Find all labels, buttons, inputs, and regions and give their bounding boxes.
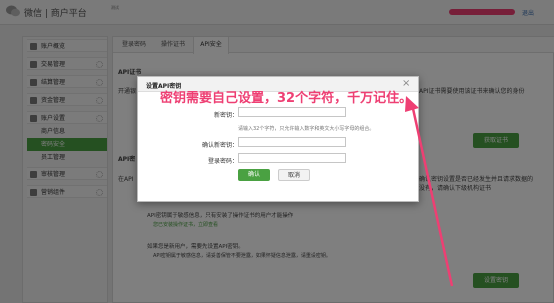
annotation-text: 密钥需要自己设置，32个字符，千万记住。	[160, 91, 413, 106]
cancel-button[interactable]: 取消	[278, 169, 310, 181]
new-key-hint: 请输入32个字符，只允许输入数字和英文大小写字母的组合。	[238, 126, 375, 132]
confirm-key-input[interactable]	[238, 137, 346, 147]
confirm-key-label: 确认新密钥：	[201, 142, 238, 149]
new-key-input[interactable]	[238, 107, 346, 117]
login-password-input[interactable]	[238, 153, 346, 163]
login-password-label: 登录密码：	[207, 158, 238, 165]
confirm-button[interactable]: 确认	[238, 169, 270, 181]
new-key-label: 新密钥：	[213, 112, 238, 119]
